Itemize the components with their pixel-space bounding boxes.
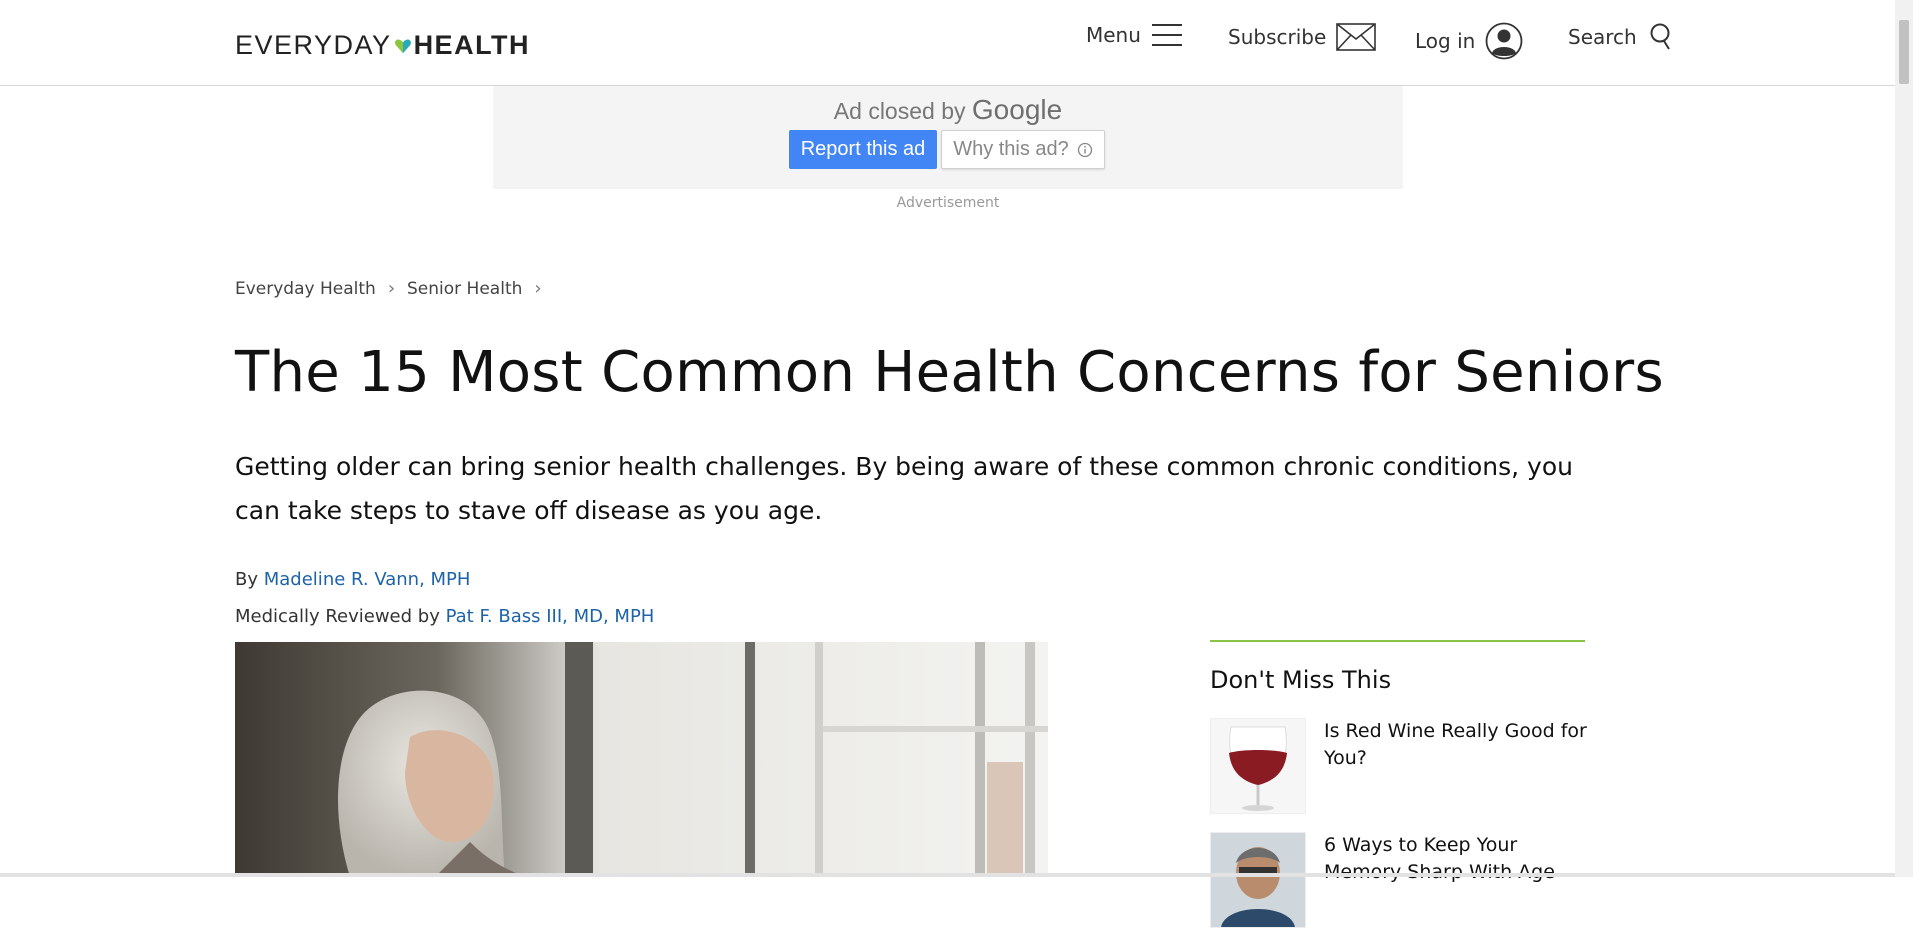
article-dek: Getting older can bring senior health ch… [235, 452, 1573, 525]
breadcrumb: Everyday Health › Senior Health › [235, 278, 542, 299]
red-wine-thumbnail [1210, 718, 1306, 814]
sidebar-item-memory[interactable]: 6 Ways to Keep Your Memory Sharp With Ag… [1210, 832, 1587, 928]
ad-closed-text: Ad closed by [833, 98, 966, 124]
google-wordmark: Google [971, 94, 1063, 125]
hamburger-icon [1151, 24, 1182, 46]
why-this-ad-label: Why this ad? [953, 138, 1069, 160]
subscribe-label: Subscribe [1228, 25, 1327, 49]
info-icon [1077, 142, 1092, 157]
medical-reviewer-byline: Medically Reviewed by Pat F. Bass III, M… [235, 606, 654, 627]
author-byline: By Madeline R. Vann, MPH [235, 569, 470, 590]
article-title: The 15 Most Common Health Concerns for S… [235, 340, 1664, 405]
ad-closed-message: Ad closed by Google [493, 94, 1403, 126]
page-scrollbar[interactable] [1895, 0, 1913, 877]
advertisement-label: Advertisement [896, 195, 1000, 211]
dont-miss-sidebar: Don't Miss This Is Red Wine Really Good … [1210, 640, 1587, 928]
search-button[interactable]: Search [1568, 22, 1673, 52]
menu-button[interactable]: Menu [1086, 22, 1183, 48]
search-icon [1650, 23, 1670, 50]
logo-text-everyday: EVERYDAY [235, 30, 392, 60]
reviewer-link[interactable]: Pat F. Bass III, MD, MPH [446, 606, 655, 627]
scrollbar-thumb[interactable] [1899, 20, 1909, 84]
author-link[interactable]: Madeline R. Vann, MPH [264, 569, 471, 590]
menu-label: Menu [1086, 23, 1141, 47]
subscribe-button[interactable]: Subscribe [1228, 22, 1377, 52]
login-button[interactable]: Log in [1415, 22, 1523, 60]
why-this-ad-button[interactable]: Why this ad? [941, 130, 1105, 169]
article-hero-image [235, 642, 1048, 877]
memory-article-thumbnail [1210, 832, 1306, 928]
sidebar-title: Don't Miss This [1210, 666, 1392, 694]
envelope-icon [1336, 23, 1377, 51]
site-logo[interactable]: EVERYDAY HEALTH [235, 30, 530, 61]
report-ad-button[interactable]: Report this ad [789, 130, 937, 169]
sidebar-item-label: 6 Ways to Keep Your Memory Sharp With Ag… [1324, 834, 1555, 883]
sidebar-item-red-wine[interactable]: Is Red Wine Really Good for You? [1210, 718, 1587, 814]
ad-actions: Report this ad Why this ad? [789, 130, 1105, 169]
byline-prefix: By [235, 569, 259, 590]
reviewed-prefix: Medically Reviewed by [235, 606, 440, 627]
site-header: EVERYDAY HEALTH Menu Subscribe Log in Se… [0, 0, 1895, 86]
chevron-right-icon: › [534, 278, 542, 299]
logo-text-health: HEALTH [413, 30, 531, 60]
hero-photo [235, 642, 1048, 877]
logo-heart-icon [394, 39, 411, 53]
user-avatar-icon [1485, 22, 1523, 60]
breadcrumb-item-everyday-health[interactable]: Everyday Health [235, 279, 376, 299]
ad-slot: Ad closed by Google Report this ad Why t… [493, 86, 1403, 189]
login-label: Log in [1415, 29, 1476, 53]
chevron-right-icon: › [387, 278, 396, 299]
breadcrumb-item-senior-health[interactable]: Senior Health [407, 279, 522, 299]
viewport-bottom-edge [0, 873, 1895, 877]
search-label: Search [1568, 25, 1637, 49]
sidebar-item-label: Is Red Wine Really Good for You? [1324, 720, 1587, 769]
